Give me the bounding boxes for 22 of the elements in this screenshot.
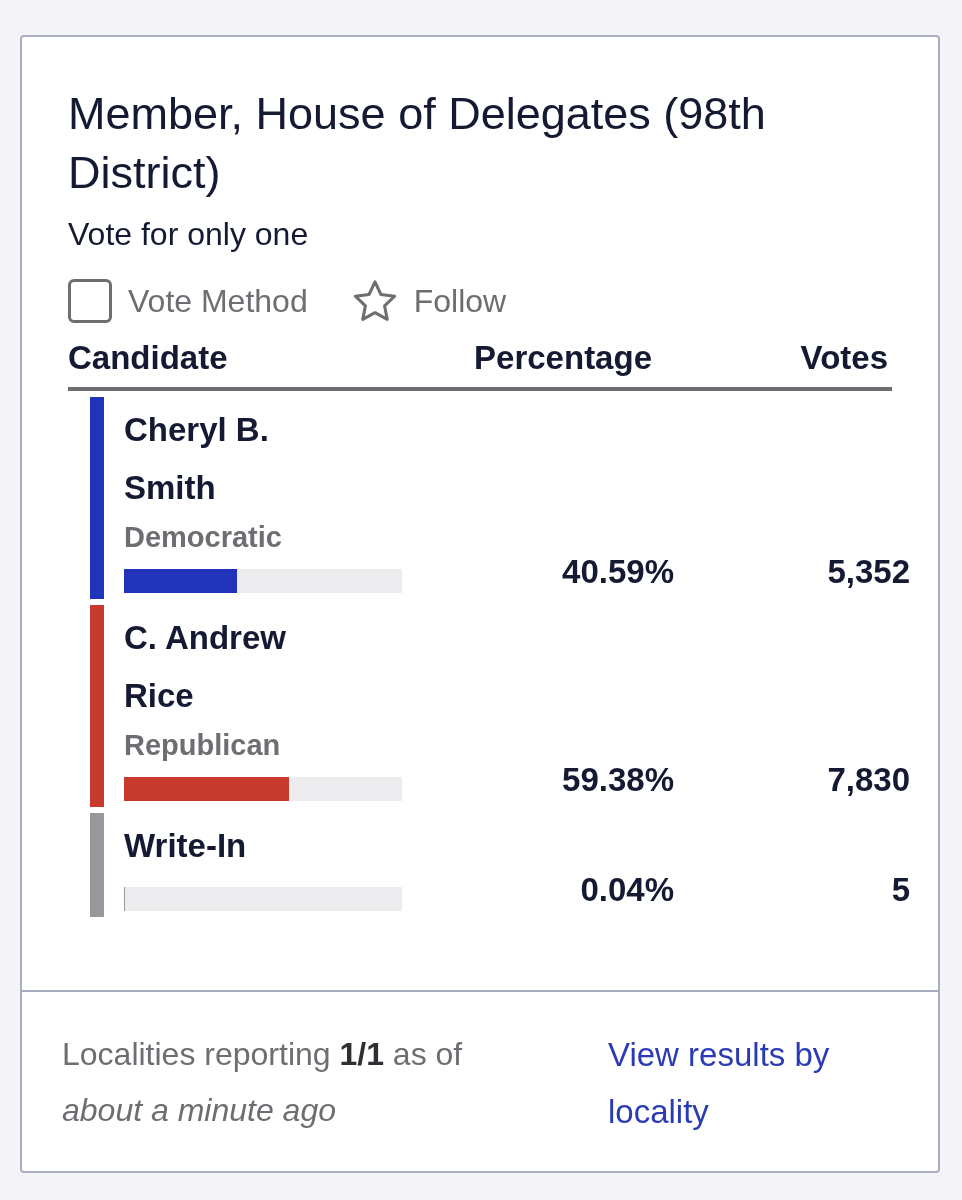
percentage-value: 59.38% bbox=[561, 761, 674, 801]
contest-title: Member, House of Delegates (98th District) bbox=[68, 87, 767, 200]
star-icon bbox=[351, 279, 398, 323]
column-header: Votes bbox=[799, 339, 889, 377]
candidate-name: Write-In bbox=[124, 826, 248, 867]
party-name: Democratic bbox=[124, 519, 283, 555]
party-name: Republican bbox=[124, 727, 282, 763]
vote-instruction: Vote for only one bbox=[68, 216, 310, 253]
column-header: Candidate bbox=[68, 339, 229, 377]
locality-results-link[interactable]: View results by locality bbox=[608, 1025, 898, 1141]
votes-value: 7,830 bbox=[826, 761, 911, 801]
candidate-name: C. Andrew Rice bbox=[124, 618, 287, 716]
votes-value: 5 bbox=[890, 870, 911, 910]
candidate-name: Cheryl B. Smith bbox=[124, 410, 270, 508]
column-header: Percentage bbox=[473, 339, 652, 377]
checkbox[interactable] bbox=[68, 279, 112, 323]
percentage-value: 40.59% bbox=[561, 553, 674, 593]
follow-button[interactable]: Follow bbox=[351, 279, 507, 323]
percentage-value: 0.04% bbox=[579, 870, 674, 910]
reporting-status: Localities reporting 1/1 as of about a minute ago bbox=[62, 1034, 464, 1130]
vote-method-toggle[interactable]: Vote Method bbox=[68, 279, 308, 323]
votes-value: 5,352 bbox=[826, 553, 911, 593]
